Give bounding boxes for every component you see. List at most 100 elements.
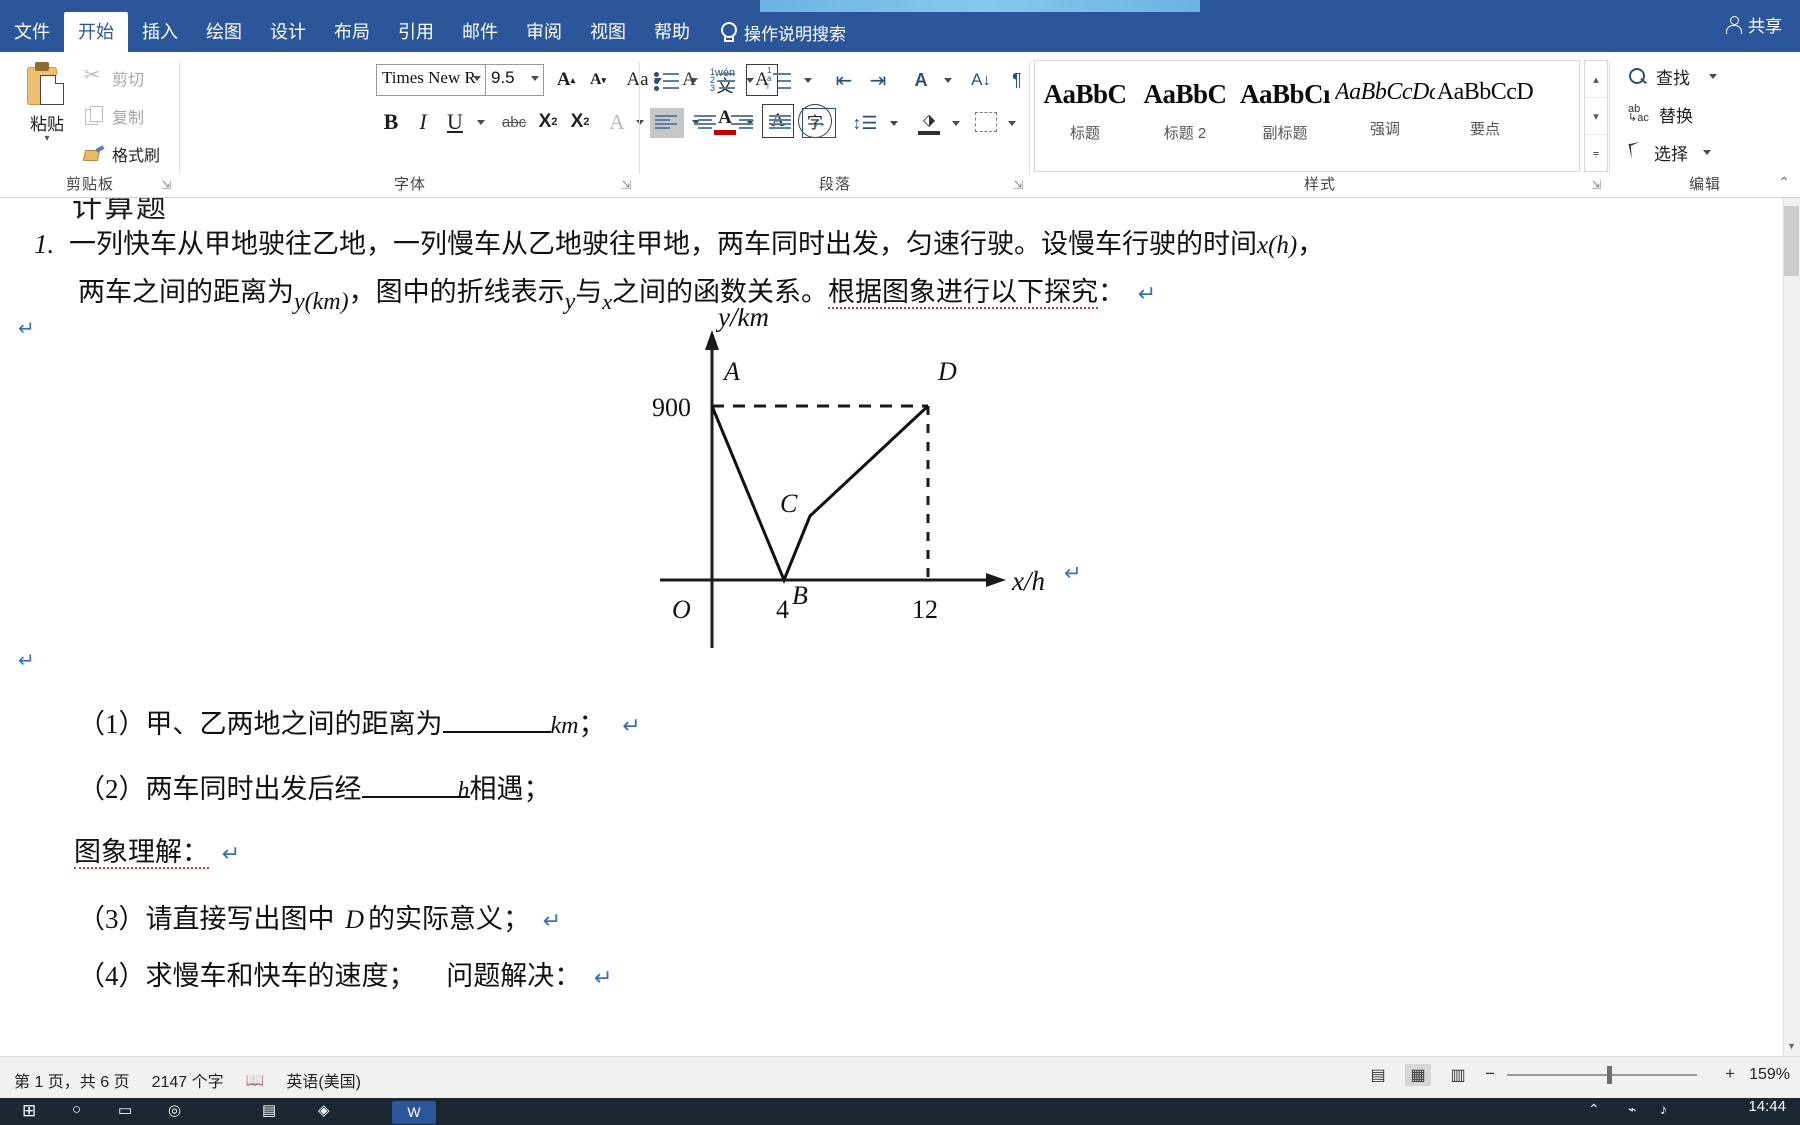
styles-scrollbar[interactable]: ▴ ▾ ⩦: [1584, 60, 1608, 172]
collapse-ribbon-button[interactable]: ⌃: [1778, 174, 1790, 191]
tab-draw[interactable]: 绘图: [192, 12, 256, 52]
paragraph-dialog-launcher[interactable]: ⇲: [1012, 179, 1025, 192]
style-item-heading2[interactable]: AaBbC 标题 2: [1135, 61, 1235, 171]
align-right-button[interactable]: [726, 108, 760, 138]
clipboard-dialog-launcher[interactable]: ⇲: [160, 179, 173, 192]
zoom-percentage[interactable]: 159%: [1749, 1066, 1790, 1084]
network-icon[interactable]: ⌁: [1628, 1101, 1650, 1123]
clock[interactable]: 14:44: [1748, 1099, 1786, 1114]
tab-view[interactable]: 视图: [576, 12, 640, 52]
numbering-caret[interactable]: [742, 66, 758, 94]
copy-button[interactable]: 复制: [84, 104, 144, 128]
styles-gallery[interactable]: AaBbC 标题 AaBbC 标题 2 AaBbCı 副标题 AaBbCcDc …: [1034, 60, 1580, 172]
superscript-button[interactable]: X2: [564, 106, 596, 138]
word-taskbar-icon[interactable]: W: [392, 1101, 436, 1124]
tab-design[interactable]: 设计: [256, 12, 320, 52]
shading-button[interactable]: ⬗: [912, 106, 946, 138]
justify-button[interactable]: [764, 108, 798, 138]
numbering-button[interactable]: 123: [706, 66, 740, 94]
zoom-slider-track[interactable]: [1507, 1074, 1698, 1076]
tab-review[interactable]: 审阅: [512, 12, 576, 52]
find-caret[interactable]: [1709, 74, 1717, 79]
style-item-title[interactable]: AaBbC 标题: [1035, 61, 1135, 171]
task-view-icon[interactable]: ▭: [118, 1101, 140, 1123]
share-button[interactable]: 共享: [1725, 12, 1782, 37]
line-spacing-caret[interactable]: [886, 108, 902, 138]
tray-chevron-icon[interactable]: ⌃: [1588, 1101, 1610, 1123]
align-center-button[interactable]: [688, 108, 722, 138]
search-icon[interactable]: ○: [72, 1101, 94, 1123]
show-formatting-marks-button[interactable]: ¶: [1002, 66, 1032, 94]
bullets-caret[interactable]: [686, 66, 702, 94]
find-button[interactable]: 查找: [1628, 64, 1717, 89]
format-painter-button[interactable]: 格式刷: [84, 142, 160, 166]
align-left-button[interactable]: [650, 108, 684, 138]
styles-more-button[interactable]: ⩦: [1585, 135, 1607, 172]
underline-button[interactable]: U: [440, 106, 470, 138]
font-name-caret[interactable]: [473, 76, 481, 81]
tab-file[interactable]: 文件: [0, 12, 64, 52]
style-item-subtitle[interactable]: AaBbCı 副标题: [1235, 61, 1335, 171]
scrollbar-thumb[interactable]: [1784, 206, 1799, 276]
east-asian-caret[interactable]: [940, 66, 956, 94]
word-count[interactable]: 2147 个字: [152, 1068, 224, 1092]
zoom-in-button[interactable]: +: [1725, 1064, 1735, 1084]
tab-home[interactable]: 开始: [64, 12, 128, 52]
east-asian-layout-button[interactable]: A: [904, 66, 938, 94]
styles-scroll-down-button[interactable]: ▾: [1585, 98, 1607, 135]
language-indicator[interactable]: 英语(美国): [286, 1068, 361, 1092]
text-effects-button[interactable]: A: [602, 106, 632, 138]
scroll-down-button[interactable]: ▼: [1784, 1038, 1799, 1055]
style-item-emphasis[interactable]: AaBbCcDc 强调: [1335, 61, 1435, 171]
print-layout-button[interactable]: ▦: [1405, 1064, 1432, 1086]
grow-font-button[interactable]: A ▴: [552, 65, 580, 95]
proofing-errors-icon[interactable]: 📖: [246, 1071, 265, 1089]
bullets-button[interactable]: [650, 66, 684, 94]
styles-scroll-up-button[interactable]: ▴: [1585, 61, 1607, 98]
decrease-indent-button[interactable]: ⇤: [828, 66, 860, 94]
underline-caret[interactable]: [472, 106, 490, 138]
replace-button[interactable]: ab ↳ac 替换: [1628, 102, 1693, 127]
distributed-align-button[interactable]: ↔: [802, 108, 836, 138]
tell-me-search[interactable]: 操作说明搜索: [718, 12, 846, 52]
tab-help[interactable]: 帮助: [640, 12, 704, 52]
increase-indent-button[interactable]: ⇥: [862, 66, 894, 94]
page-indicator[interactable]: 第 1 页，共 6 页: [14, 1068, 130, 1092]
read-mode-button[interactable]: ▤: [1365, 1064, 1391, 1086]
document-scrollbar[interactable]: [1783, 198, 1800, 1056]
subscript-button[interactable]: X2: [532, 106, 564, 138]
volume-icon[interactable]: ♪: [1660, 1101, 1682, 1123]
web-layout-button[interactable]: ▥: [1445, 1064, 1471, 1086]
styles-dialog-launcher[interactable]: ⇲: [1590, 179, 1603, 192]
cut-button[interactable]: 剪切: [84, 64, 144, 90]
multilevel-caret[interactable]: [800, 66, 816, 94]
cortana-icon[interactable]: ◎: [168, 1101, 190, 1123]
sort-button[interactable]: A↓: [964, 66, 998, 94]
borders-button[interactable]: [970, 106, 1002, 138]
line-spacing-button[interactable]: ↕☰: [848, 108, 882, 138]
select-button[interactable]: 选择: [1628, 140, 1711, 165]
file-explorer-icon[interactable]: ▤: [262, 1101, 284, 1123]
font-size-box[interactable]: 9.5: [486, 64, 544, 96]
italic-button[interactable]: I: [408, 106, 438, 138]
q1-answer-blank[interactable]: [442, 731, 551, 733]
windows-start-icon[interactable]: ⊞: [22, 1101, 44, 1123]
shading-caret[interactable]: [948, 108, 964, 138]
shrink-font-button[interactable]: A ▾: [584, 65, 612, 95]
strikethrough-button[interactable]: abc: [496, 106, 532, 138]
font-size-caret[interactable]: [531, 76, 539, 81]
zoom-control[interactable]: − +: [1485, 1064, 1735, 1086]
document-canvas[interactable]: 计算题 1. 一列快车从甲地驶往乙地，一列慢车从乙地驶往甲地，两车同时出发，匀速…: [0, 198, 1783, 1056]
document-page[interactable]: 计算题 1. 一列快车从甲地驶往乙地，一列慢车从乙地驶往甲地，两车同时出发，匀速…: [0, 198, 1783, 1056]
tab-references[interactable]: 引用: [384, 12, 448, 52]
font-name-box[interactable]: Times New R: [376, 64, 486, 96]
tab-layout[interactable]: 布局: [320, 12, 384, 52]
browser-icon[interactable]: ◈: [318, 1101, 340, 1123]
paste-button[interactable]: 粘贴 ▾: [16, 62, 78, 144]
select-caret[interactable]: [1703, 150, 1711, 155]
font-dialog-launcher[interactable]: ⇲: [620, 179, 633, 192]
paste-dropdown-caret[interactable]: ▾: [16, 134, 78, 144]
borders-caret[interactable]: [1004, 108, 1020, 138]
zoom-out-button[interactable]: −: [1485, 1064, 1495, 1084]
q2-answer-blank[interactable]: [361, 796, 470, 798]
